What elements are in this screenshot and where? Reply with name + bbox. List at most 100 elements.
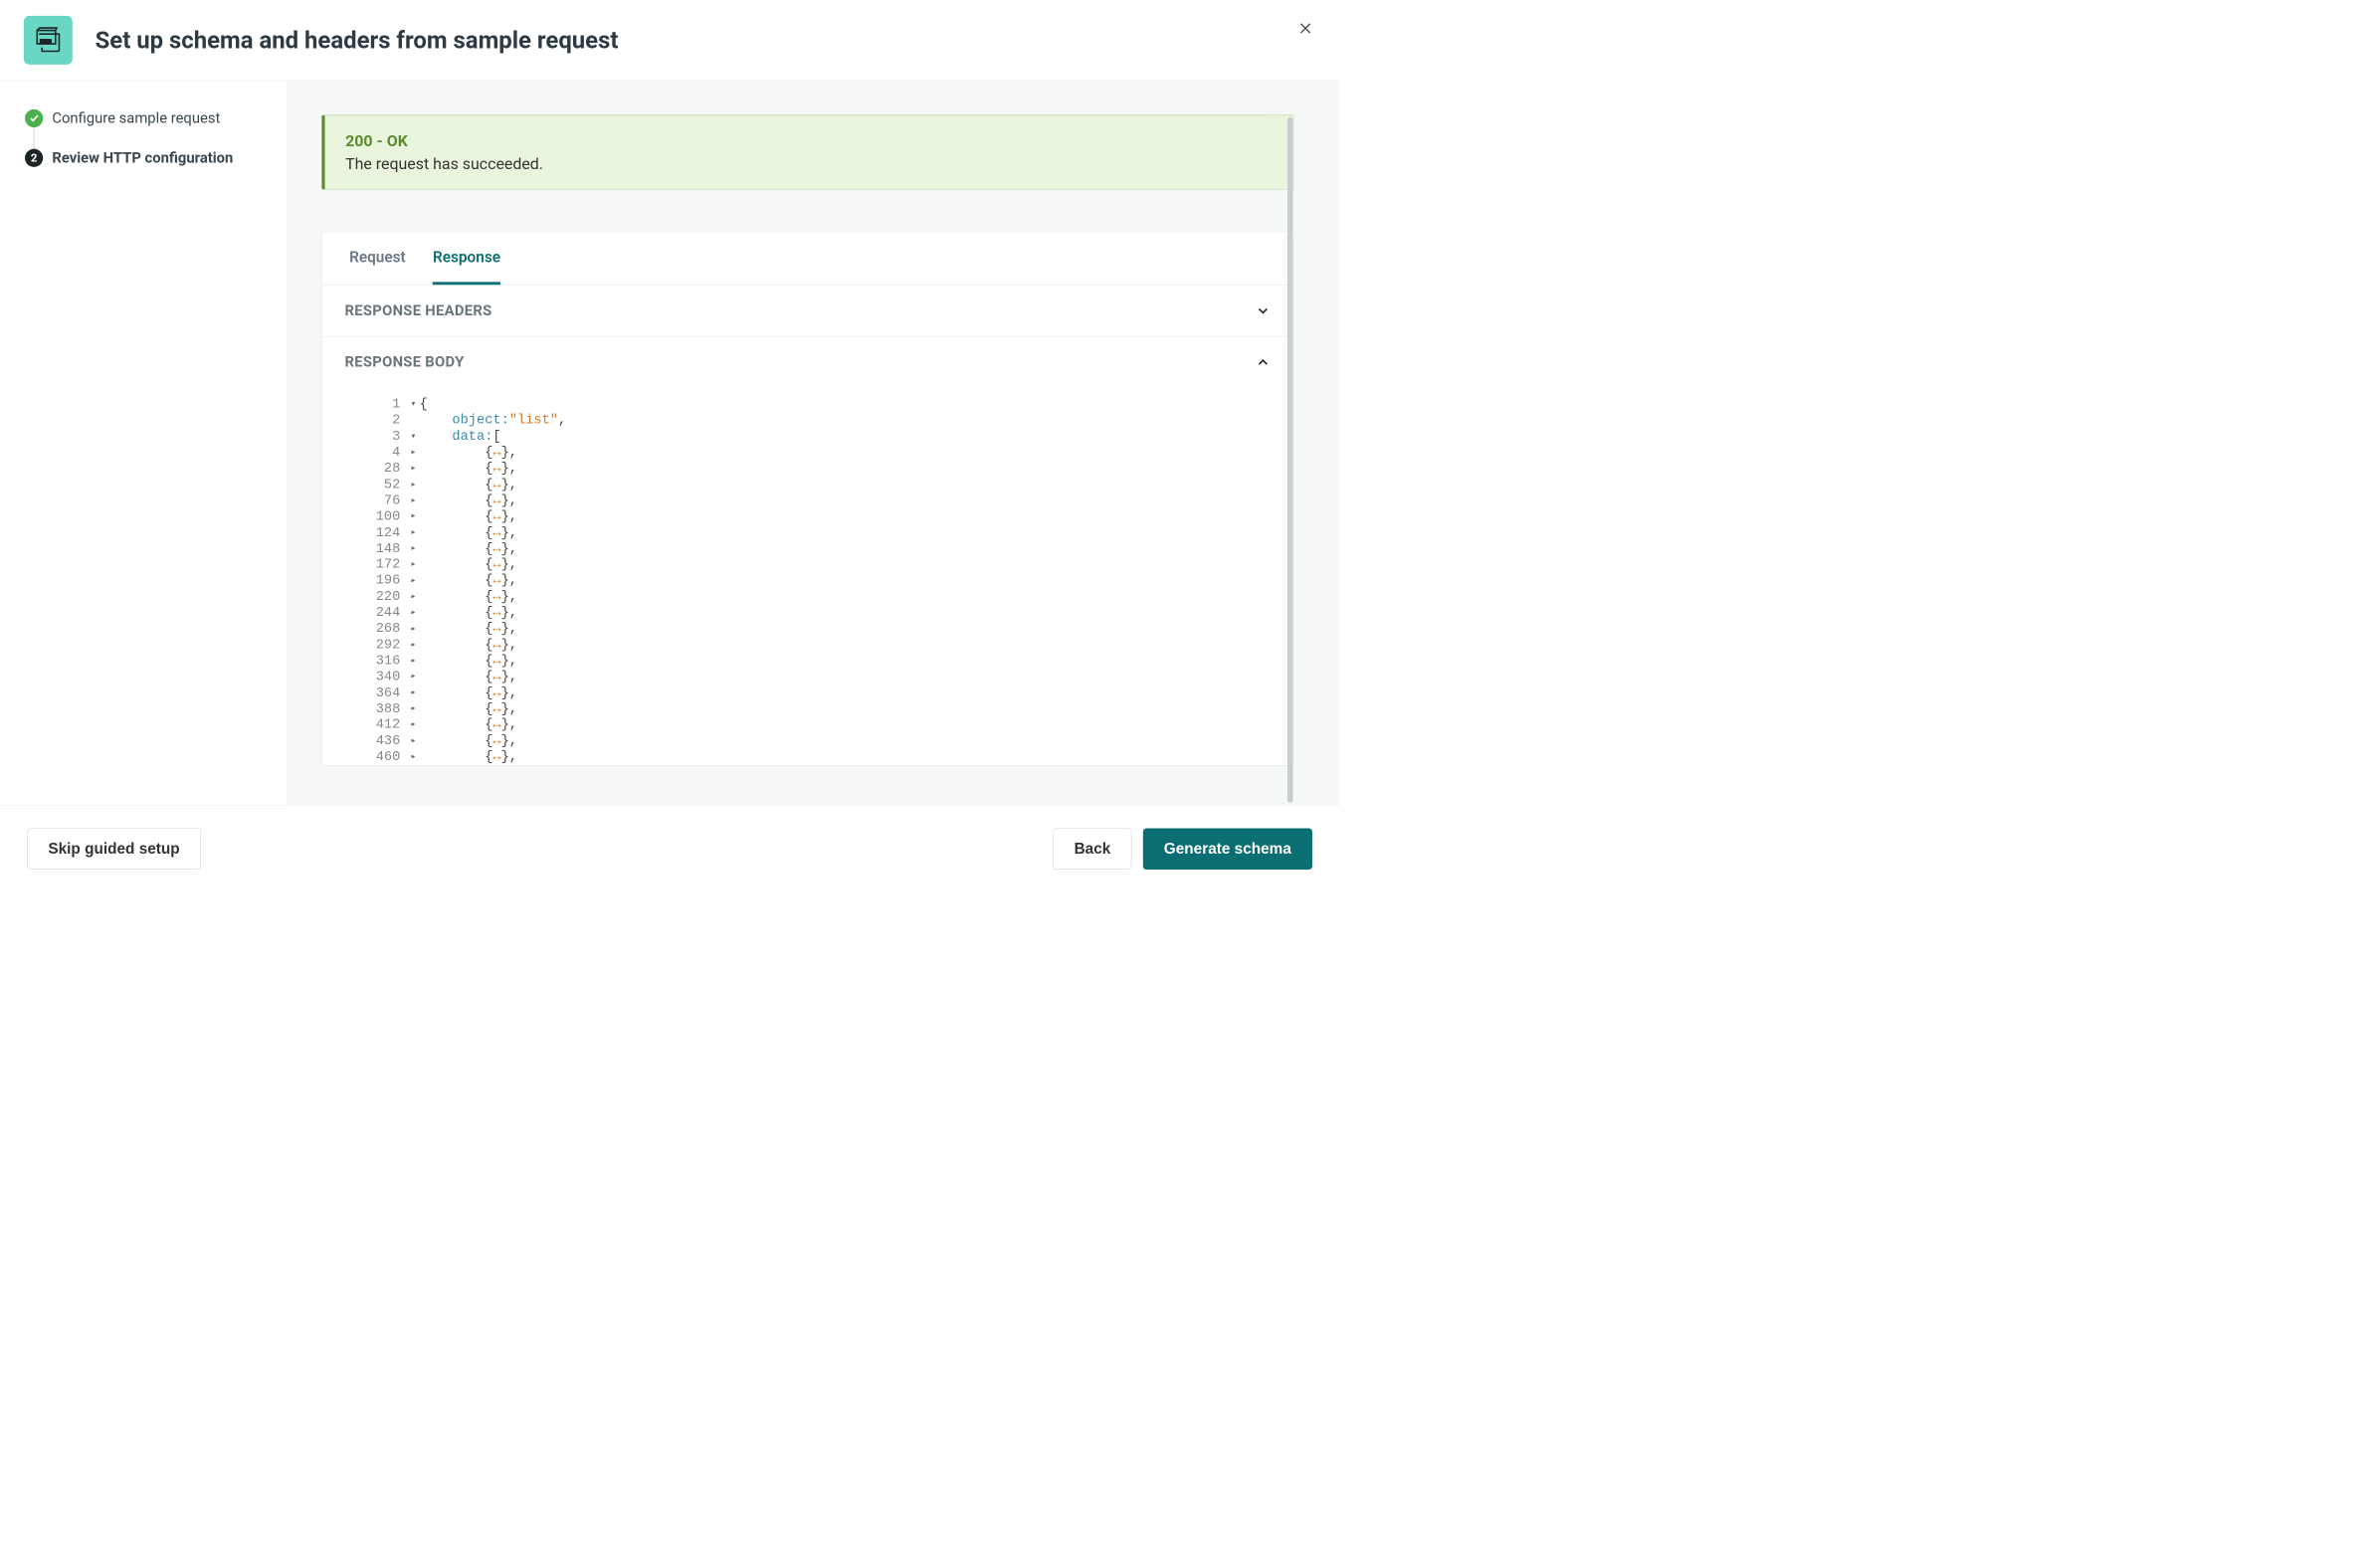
line-number: 436 <box>367 733 407 749</box>
code-line: 268▸ {↔}, <box>367 621 1271 637</box>
fold-toggle[interactable]: ▸ <box>407 559 420 570</box>
section-title: RESPONSE BODY <box>345 354 465 371</box>
code-line: 3▾ data: [ <box>367 429 1271 445</box>
fold-toggle[interactable]: ▸ <box>407 608 420 619</box>
line-number: 196 <box>367 573 407 589</box>
fold-toggle[interactable]: ▸ <box>407 687 420 698</box>
code-line: 220▸ {↔}, <box>367 589 1271 605</box>
fold-toggle[interactable]: ▸ <box>407 656 420 667</box>
fold-toggle[interactable]: ▸ <box>407 464 420 475</box>
step-configure-sample-request[interactable]: Configure sample request <box>25 109 262 127</box>
fold-toggle[interactable]: ▾ <box>407 431 420 442</box>
footer: Skip guided setup Back Generate schema <box>0 805 1339 892</box>
code-block: 1▾{2 object: "list",3▾ data: [4▸ {↔},28▸… <box>345 388 1272 766</box>
section-title: RESPONSE HEADERS <box>345 302 492 319</box>
code-line: 124▸ {↔}, <box>367 525 1271 541</box>
fold-toggle[interactable]: ▸ <box>407 672 420 683</box>
scrollbar[interactable] <box>1287 117 1293 803</box>
fold-toggle[interactable]: ▸ <box>407 624 420 635</box>
line-number: 124 <box>367 525 407 541</box>
line-number: 292 <box>367 638 407 654</box>
line-number: 148 <box>367 541 407 557</box>
code-line: 100▸ {↔}, <box>367 509 1271 525</box>
line-number: 172 <box>367 557 407 573</box>
response-headers-toggle[interactable]: RESPONSE HEADERS <box>345 286 1272 336</box>
response-body-toggle[interactable]: RESPONSE BODY <box>345 337 1272 388</box>
line-number: 412 <box>367 717 407 733</box>
line-number: 76 <box>367 493 407 509</box>
fold-toggle[interactable]: ▸ <box>407 719 420 730</box>
fold-toggle[interactable]: ▸ <box>407 703 420 714</box>
svg-text:HTTP: HTTP <box>41 40 51 44</box>
chevron-down-icon <box>1255 302 1271 318</box>
http-connector-icon: HTTP <box>24 16 73 65</box>
step-number-badge: 2 <box>25 149 43 167</box>
fold-toggle[interactable]: ▸ <box>407 592 420 603</box>
skip-guided-setup-button[interactable]: Skip guided setup <box>27 828 200 870</box>
status-banner: 200 - OK The request has succeeded. <box>321 115 1294 190</box>
chevron-up-icon <box>1255 354 1271 370</box>
fold-toggle[interactable]: ▸ <box>407 495 420 506</box>
main-content: 200 - OK The request has succeeded. Requ… <box>288 81 1339 805</box>
code-line: 340▸ {↔}, <box>367 670 1271 686</box>
steps-sidebar: Configure sample request 2 Review HTTP c… <box>0 81 288 805</box>
step-label: Review HTTP configuration <box>52 149 233 166</box>
status-code: 200 - OK <box>345 131 1274 150</box>
generate-schema-button[interactable]: Generate schema <box>1143 828 1312 870</box>
page-title: Set up schema and headers from sample re… <box>96 26 619 54</box>
code-line: 2 object: "list", <box>367 413 1271 429</box>
code-line: 388▸ {↔}, <box>367 701 1271 717</box>
fold-toggle[interactable]: ▸ <box>407 736 420 747</box>
line-number: 52 <box>367 477 407 492</box>
code-line: 436▸ {↔}, <box>367 733 1271 749</box>
fold-toggle[interactable]: ▸ <box>407 752 420 763</box>
fold-toggle[interactable]: ▸ <box>407 575 420 586</box>
line-number: 1 <box>367 397 407 413</box>
code-line: 1▾{ <box>367 397 1271 413</box>
response-card: Request Response RESPONSE HEADERS RESPON… <box>321 232 1294 766</box>
step-label: Configure sample request <box>52 109 220 126</box>
fold-toggle[interactable]: ▸ <box>407 527 420 538</box>
line-number: 28 <box>367 461 407 477</box>
check-icon <box>25 109 43 127</box>
code-line: 412▸ {↔}, <box>367 717 1271 733</box>
response-headers-section: RESPONSE HEADERS <box>322 286 1293 337</box>
code-line: 196▸ {↔}, <box>367 573 1271 589</box>
line-number: 364 <box>367 686 407 701</box>
code-line: 4▸ {↔}, <box>367 445 1271 461</box>
code-line: 292▸ {↔}, <box>367 638 1271 654</box>
code-line: 460▸ {↔}, <box>367 749 1271 765</box>
fold-toggle[interactable]: ▾ <box>407 399 420 410</box>
line-number: 316 <box>367 654 407 670</box>
page-header: HTTP Set up schema and headers from samp… <box>0 0 1339 81</box>
code-line: 316▸ {↔}, <box>367 654 1271 670</box>
tab-request[interactable]: Request <box>349 232 406 285</box>
line-number: 2 <box>367 413 407 429</box>
code-line: 364▸ {↔}, <box>367 686 1271 701</box>
line-number: 268 <box>367 621 407 637</box>
step-review-http-configuration[interactable]: 2 Review HTTP configuration <box>25 149 262 167</box>
line-number: 220 <box>367 589 407 605</box>
line-number: 4 <box>367 445 407 461</box>
back-button[interactable]: Back <box>1054 828 1132 870</box>
fold-toggle[interactable]: ▸ <box>407 511 420 522</box>
line-number: 388 <box>367 701 407 717</box>
close-icon <box>1297 20 1313 36</box>
fold-toggle[interactable]: ▸ <box>407 480 420 490</box>
code-line: 28▸ {↔}, <box>367 461 1271 477</box>
line-number: 100 <box>367 509 407 525</box>
close-button[interactable] <box>1295 18 1315 38</box>
line-number: 3 <box>367 429 407 445</box>
fold-toggle[interactable]: ▸ <box>407 543 420 554</box>
line-number: 460 <box>367 749 407 765</box>
step-connector <box>34 127 35 149</box>
fold-toggle[interactable]: ▸ <box>407 448 420 459</box>
code-line: 148▸ {↔}, <box>367 541 1271 557</box>
line-number: 340 <box>367 670 407 686</box>
fold-toggle[interactable]: ▸ <box>407 640 420 651</box>
code-line: 52▸ {↔}, <box>367 477 1271 492</box>
tab-response[interactable]: Response <box>433 232 500 285</box>
code-line: 172▸ {↔}, <box>367 557 1271 573</box>
code-line: 76▸ {↔}, <box>367 493 1271 509</box>
status-message: The request has succeeded. <box>345 154 1274 173</box>
